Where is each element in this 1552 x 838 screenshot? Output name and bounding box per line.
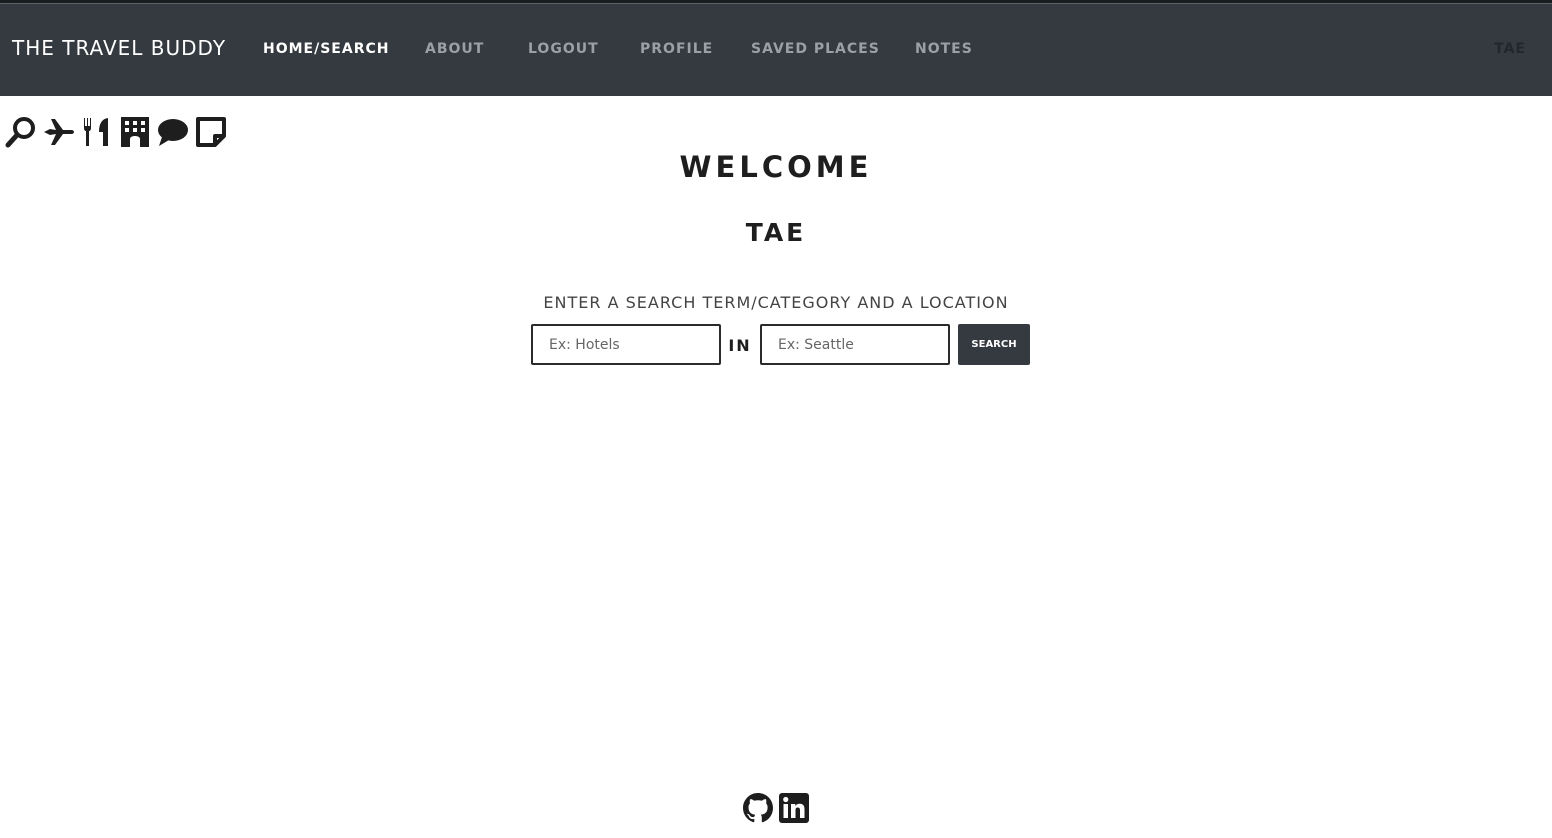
- utensils-icon[interactable]: [80, 114, 114, 150]
- nav-username: TAE: [1494, 41, 1526, 57]
- search-icon[interactable]: [4, 114, 38, 150]
- nav-home-search[interactable]: HOME/SEARCH: [263, 41, 389, 57]
- nav-about[interactable]: ABOUT: [425, 41, 484, 57]
- search-prompt: ENTER A SEARCH TERM/CATEGORY AND A LOCAT…: [543, 293, 1009, 312]
- hotel-icon[interactable]: [118, 114, 152, 150]
- search-term-input[interactable]: [531, 324, 721, 365]
- nav-saved-places[interactable]: SAVED PLACES: [751, 41, 880, 57]
- nav-profile[interactable]: PROFILE: [640, 41, 713, 57]
- brand-logo[interactable]: THE TRAVEL BUDDY: [12, 36, 226, 60]
- nav-notes[interactable]: NOTES: [915, 41, 973, 57]
- navbar: THE TRAVEL BUDDY HOME/SEARCH ABOUT LOGOU…: [0, 3, 1552, 96]
- footer-links: [742, 792, 810, 824]
- in-label: IN: [728, 336, 752, 355]
- nav-logout[interactable]: LOGOUT: [528, 41, 599, 57]
- welcome-heading: WELCOME: [679, 150, 873, 184]
- search-button[interactable]: SEARCH: [958, 324, 1030, 365]
- plane-icon[interactable]: [42, 114, 76, 150]
- linkedin-icon[interactable]: [778, 792, 810, 824]
- category-icon-bar: [4, 114, 228, 150]
- comment-icon[interactable]: [156, 114, 190, 150]
- note-icon[interactable]: [194, 114, 228, 150]
- location-input[interactable]: [760, 324, 950, 365]
- github-icon[interactable]: [742, 792, 774, 824]
- username-heading: TAE: [745, 218, 807, 247]
